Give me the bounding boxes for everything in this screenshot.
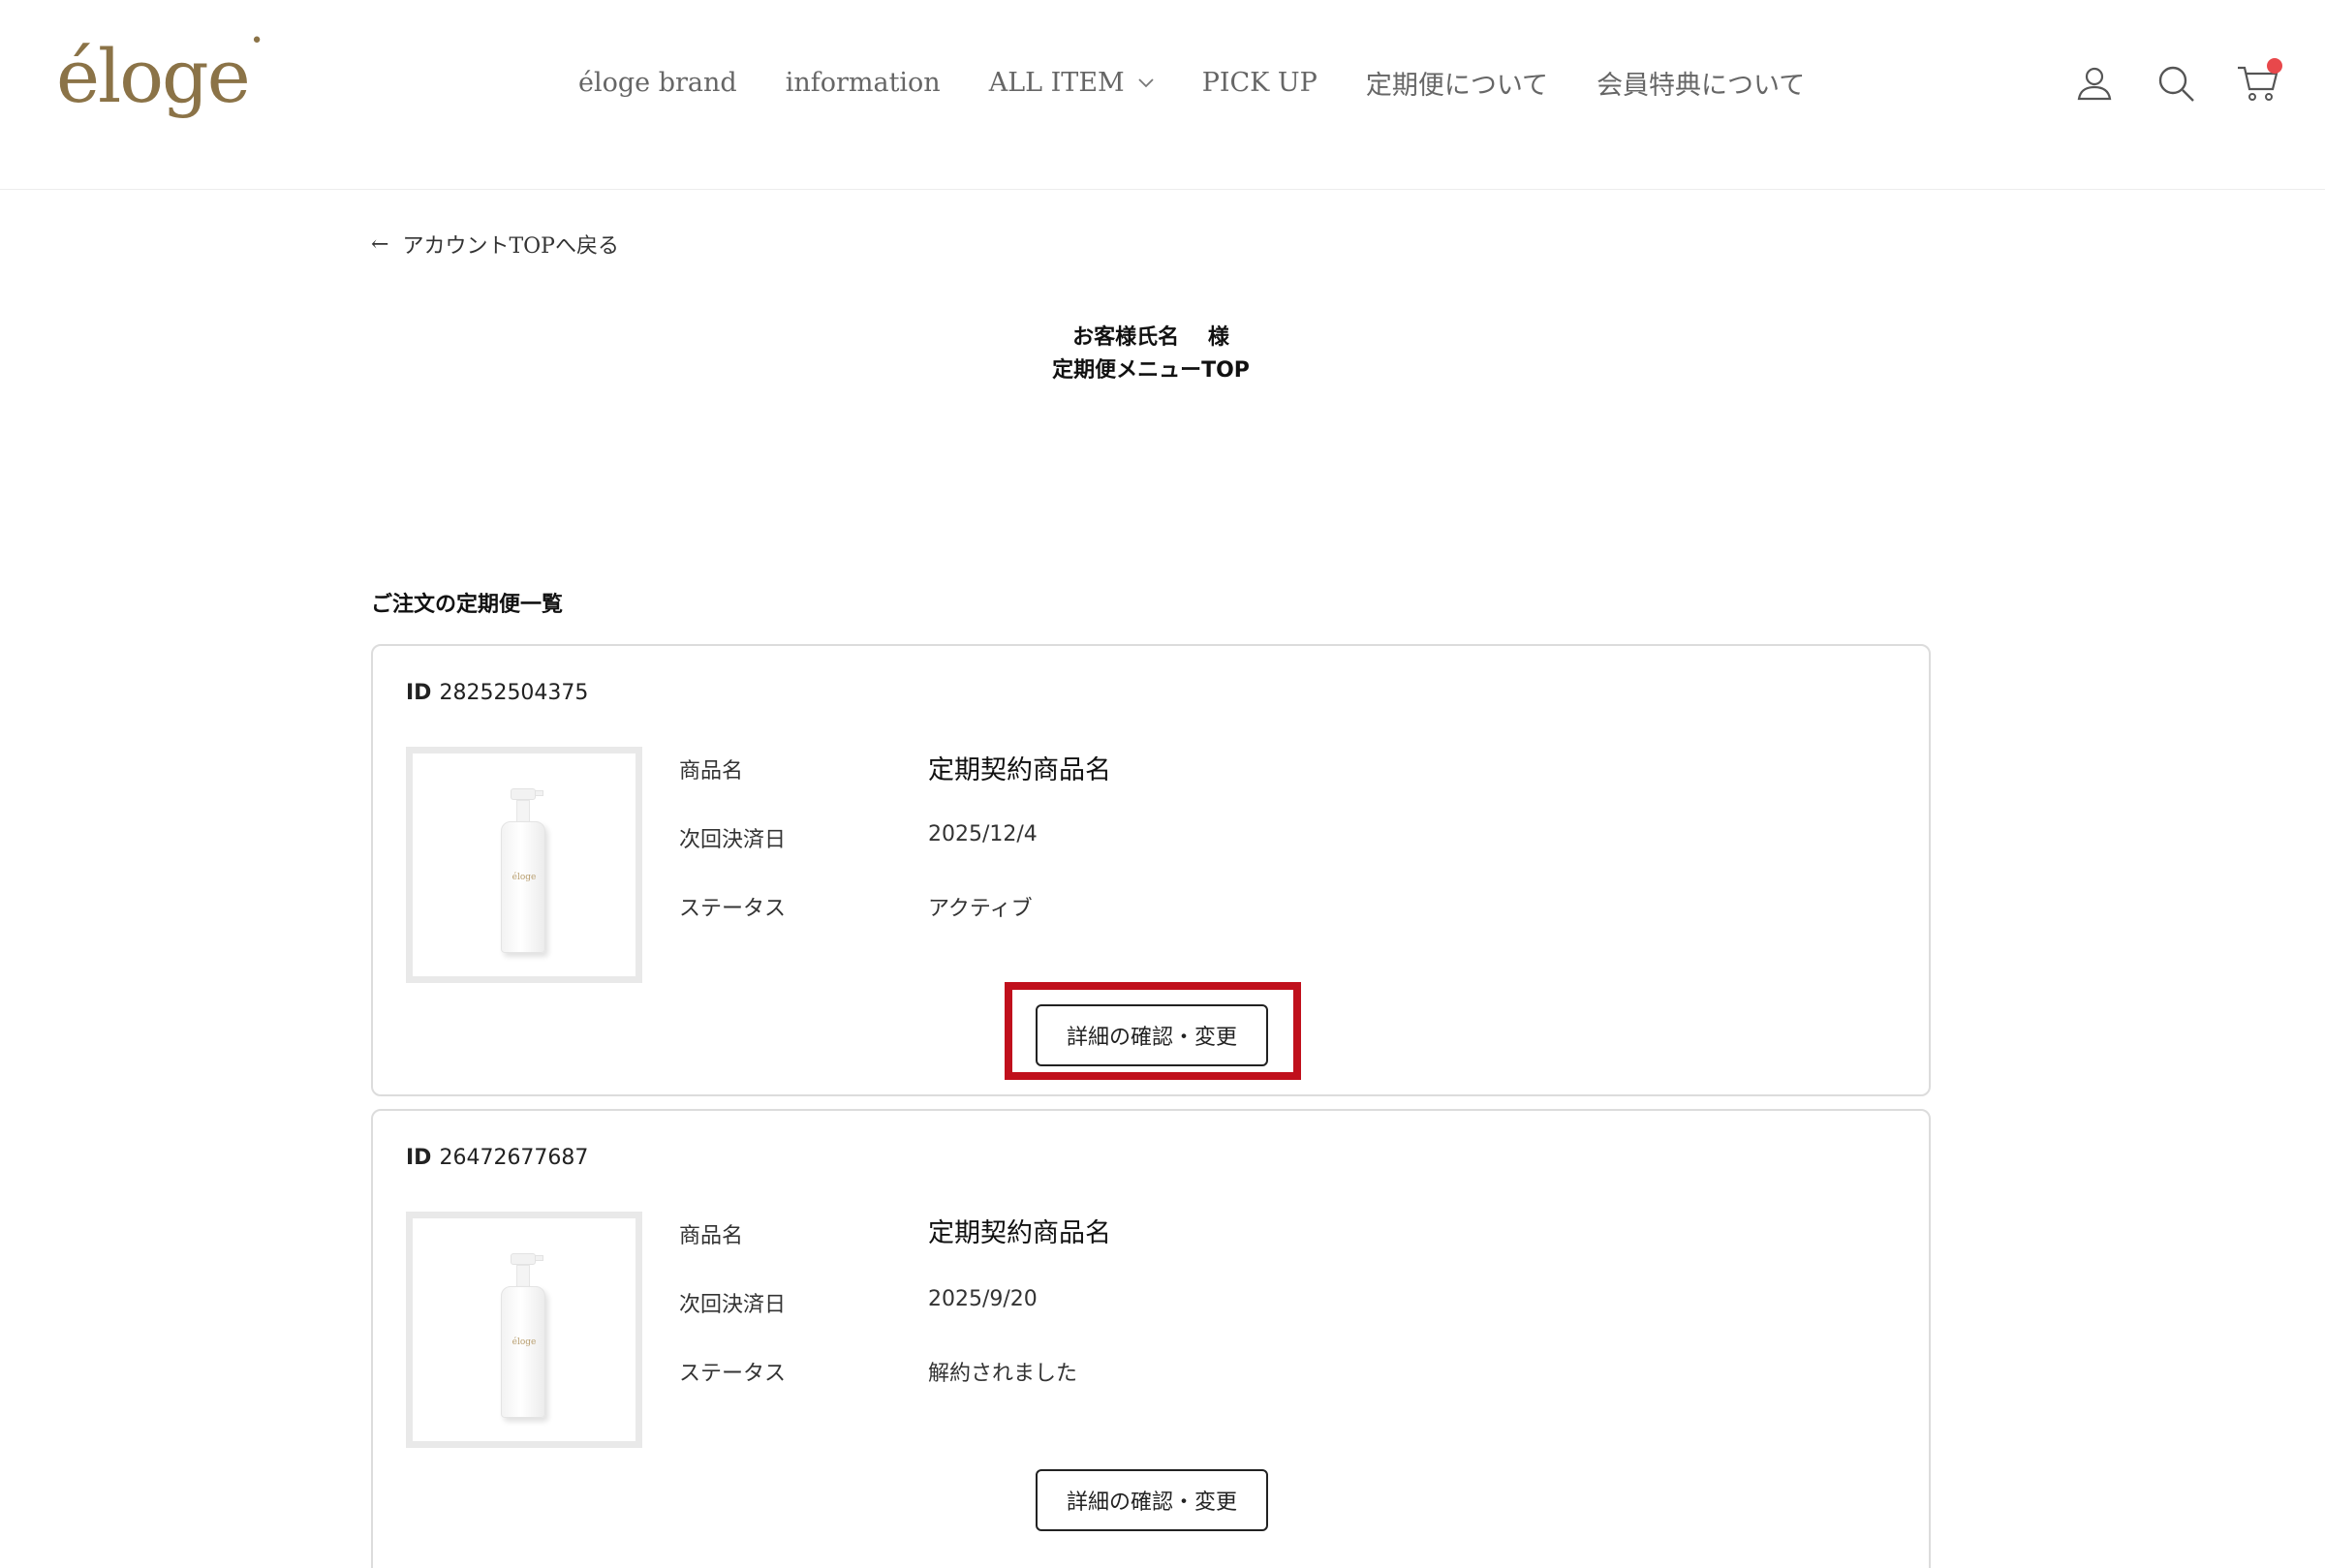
id-label: ID <box>406 681 432 705</box>
pump-bottle-image: éloge <box>497 1253 551 1418</box>
status-value: 解約されました <box>928 1362 1078 1386</box>
product-name-value: 定期契約商品名 <box>928 755 1111 785</box>
status-label: ステータス <box>679 1362 787 1386</box>
id-value: 28252504375 <box>439 681 589 705</box>
bottle-brand-text: éloge <box>512 873 537 882</box>
page-title-block: お客様氏名 様 定期便メニューTOP <box>0 322 2302 387</box>
cart-icon[interactable] <box>2236 58 2282 105</box>
subscriptions-heading: ご注文の定期便一覧 <box>371 593 564 617</box>
back-link-label: アカウントTOPへ戻る <box>402 234 619 259</box>
arrow-left-icon: ← <box>371 231 389 257</box>
nav-item-all-item-label: ALL ITEM <box>988 68 1125 98</box>
customer-name: お客様氏名 様 <box>1072 325 1229 350</box>
brand-logo[interactable]: éloge• <box>56 29 264 119</box>
subscription-card: ID 26472677687 éloge 商品名 定期契約商品名 次回決済日 20… <box>371 1109 1931 1568</box>
status-label: ステータス <box>679 897 787 921</box>
id-label: ID <box>406 1146 432 1170</box>
header-icons <box>2034 58 2282 105</box>
bottle-brand-text: éloge <box>512 1337 537 1347</box>
chevron-down-icon <box>1138 77 1154 87</box>
account-icon[interactable] <box>2073 62 2116 105</box>
nav-item-pick-up[interactable]: PICK UP <box>1202 68 1318 98</box>
search-icon[interactable] <box>2154 62 2197 105</box>
product-name-value: 定期契約商品名 <box>928 1218 1111 1248</box>
nav-item-all-item[interactable]: ALL ITEM <box>989 68 1154 98</box>
back-to-account-link[interactable]: ← アカウントTOPへ戻る <box>371 229 619 260</box>
id-value: 26472677687 <box>439 1146 589 1170</box>
cart-badge <box>2267 58 2282 74</box>
next-payment-label: 次回決済日 <box>679 828 787 852</box>
next-payment-label: 次回決済日 <box>679 1293 787 1317</box>
pump-bottle-image: éloge <box>497 788 551 953</box>
nav-item-information[interactable]: information <box>786 68 941 98</box>
next-payment-value: 2025/9/20 <box>928 1287 1038 1311</box>
product-name-label: 商品名 <box>679 759 744 784</box>
nav-item-subscription-info[interactable]: 定期便について <box>1366 64 1548 102</box>
product-name-label: 商品名 <box>679 1224 744 1248</box>
subscription-id: ID 26472677687 <box>406 1146 588 1170</box>
site-header: éloge• éloge brand information ALL ITEM … <box>0 0 2325 190</box>
status-value: アクティブ <box>928 897 1033 921</box>
product-thumbnail: éloge <box>406 1212 642 1448</box>
subscription-id: ID 28252504375 <box>406 681 588 705</box>
nav-item-eloge-brand[interactable]: éloge brand <box>578 68 737 98</box>
page-title: 定期便メニューTOP <box>1052 358 1250 383</box>
highlight-box <box>1005 982 1301 1080</box>
main-nav: éloge brand information ALL ITEM PICK UP… <box>578 64 1853 102</box>
product-thumbnail: éloge <box>406 747 642 983</box>
next-payment-value: 2025/12/4 <box>928 822 1038 846</box>
nav-item-member-benefits[interactable]: 会員特典について <box>1596 64 1805 102</box>
detail-change-button[interactable]: 詳細の確認・変更 <box>1036 1469 1268 1531</box>
